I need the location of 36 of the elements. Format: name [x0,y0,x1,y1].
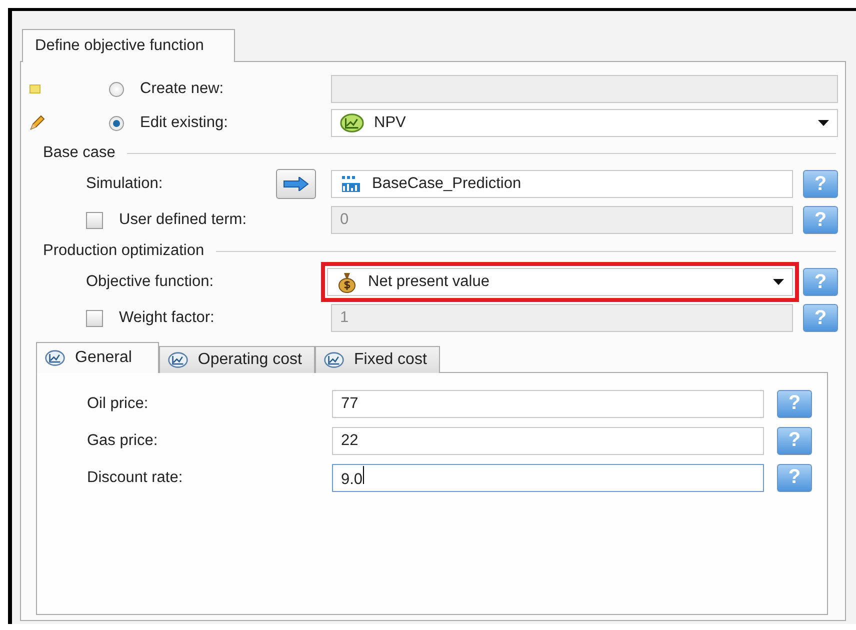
radio-button[interactable] [109,116,124,130]
dropdown-field[interactable]: NPV [331,109,838,137]
field-label: Objective function: [86,273,214,291]
dropdown-field[interactable]: Net present value [327,268,793,296]
chart-icon [340,113,364,133]
section-title: Production optimization [43,242,204,260]
radio-label: Edit existing: [140,114,228,132]
radio-button[interactable] [109,82,124,96]
dropdown-arrow-icon [773,279,784,285]
field-label: Weight factor: [119,309,214,327]
dropdown-arrow-icon [818,120,829,126]
input-field[interactable]: 77 [332,390,764,418]
field-label: Discount rate: [86,468,184,486]
chart-icon [168,352,188,368]
radio-label: Create new: [140,80,224,98]
input-field[interactable]: BaseCase_Prediction [331,170,793,198]
field-label: Gas price: [86,432,159,450]
section-title: Base case [43,144,116,162]
checkbox[interactable] [86,212,103,228]
pencil-icon [29,115,45,131]
arrow-button[interactable] [276,169,316,199]
tab[interactable]: General [36,342,159,373]
chart-icon [45,350,65,366]
field-label: Oil price: [86,394,150,412]
input-field[interactable]: 9.0 [332,464,764,492]
square-icon [29,84,41,94]
tab[interactable]: Define objective function [22,29,235,62]
arrow-right-icon [283,177,309,191]
input-field[interactable]: 22 [332,426,764,454]
chart-icon [324,352,344,368]
checkbox[interactable] [86,310,103,326]
tab[interactable]: Operating cost [158,346,315,373]
tab[interactable]: Fixed cost [314,346,440,373]
money-bag-icon [336,271,358,293]
field-label: Simulation: [86,175,163,193]
field-label: User defined term: [119,211,246,229]
